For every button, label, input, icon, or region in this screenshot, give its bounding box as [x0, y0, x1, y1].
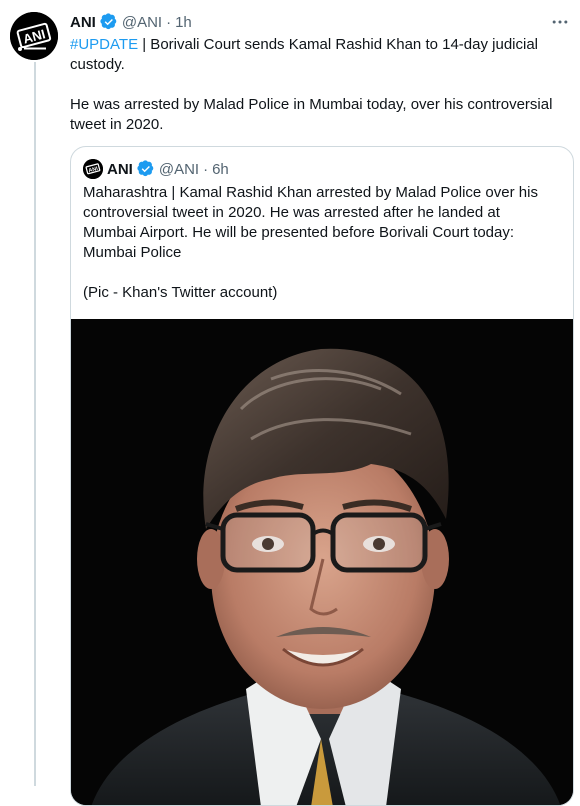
quoted-avatar: ANI	[83, 159, 103, 179]
quoted-tweet-photo[interactable]	[71, 319, 573, 805]
author-name[interactable]: ANI	[70, 14, 96, 31]
quoted-paragraph-1: Maharashtra | Kamal Rashid Khan arrested…	[83, 184, 538, 261]
tweet-header: ANI @ANI · 1h	[70, 12, 570, 32]
tweet-timestamp[interactable]: 1h	[175, 14, 192, 31]
verified-badge-icon	[100, 13, 118, 31]
tweet-paragraph-1: #UPDATE | Borivali Court sends Kamal Ras…	[70, 35, 570, 75]
separator-dot: ·	[203, 160, 209, 178]
quoted-tweet[interactable]: ANI ANI @ANI · 6h Maharashtra | Kamal Ra…	[70, 146, 574, 806]
portrait-photo	[71, 319, 573, 805]
verified-badge-icon	[137, 160, 155, 178]
tweet-paragraph-2: He was arrested by Malad Police in Mumba…	[70, 96, 553, 133]
avatar[interactable]: ANI	[10, 12, 58, 60]
quoted-paragraph-2: (Pic - Khan's Twitter account)	[83, 284, 278, 301]
quoted-tweet-text: Maharashtra | Kamal Rashid Khan arrested…	[83, 183, 553, 323]
ani-logo-icon: ANI	[83, 159, 103, 179]
tweet-paragraph-1-text: | Borivali Court sends Kamal Rashid Khan…	[70, 36, 539, 73]
thread-line	[34, 62, 36, 786]
ani-logo-icon: ANI	[10, 12, 58, 60]
separator-dot: ·	[166, 13, 172, 31]
more-options-icon	[552, 20, 568, 24]
quoted-tweet-timestamp: 6h	[212, 160, 229, 178]
hashtag-link[interactable]: #UPDATE	[70, 36, 138, 53]
quoted-author-handle: @ANI	[158, 160, 200, 178]
author-handle[interactable]: @ANI	[122, 14, 162, 31]
tweet-text: #UPDATE | Borivali Court sends Kamal Ras…	[70, 35, 570, 155]
more-options-button[interactable]	[548, 10, 572, 34]
quoted-tweet-header: ANI ANI @ANI · 6h	[83, 159, 229, 179]
quoted-author-name: ANI	[107, 160, 133, 178]
